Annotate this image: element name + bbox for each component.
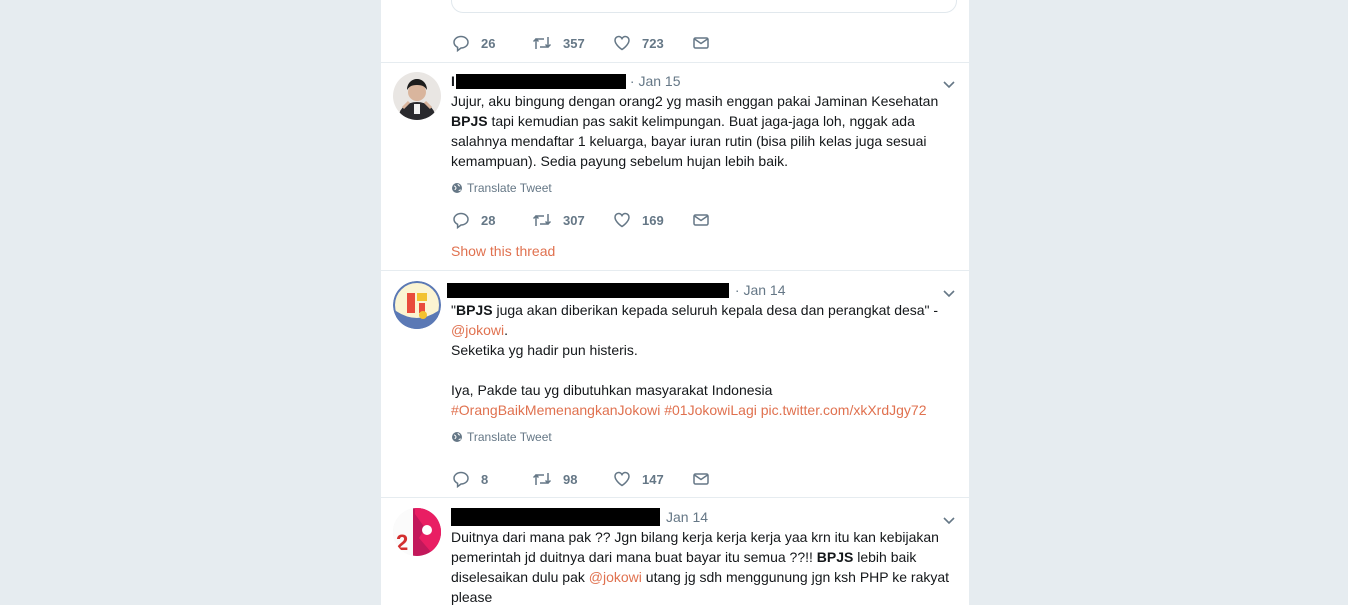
retweet-count: 307	[563, 212, 585, 228]
quoted-tweet-card[interactable]	[451, 0, 957, 13]
hashtag-link[interactable]: #OrangBaikMemenangkanJokowi	[451, 402, 660, 418]
envelope-icon	[693, 214, 709, 226]
translate-tweet-link[interactable]: Translate Tweet	[451, 430, 552, 444]
reply-icon	[453, 35, 469, 52]
tweet-date[interactable]: · Jan 14	[735, 282, 786, 298]
user-name[interactable]: I	[451, 73, 455, 89]
tweet[interactable]: 2 Jan 14 Duitnya dari mana pak ?? Jgn bi…	[381, 498, 969, 605]
translate-tweet-link[interactable]: Translate Tweet	[451, 181, 552, 195]
retweet-icon	[532, 214, 552, 226]
tweet-actions: 28 307 169	[452, 211, 710, 229]
like-count: 723	[642, 35, 664, 51]
reply-count: 28	[481, 212, 496, 228]
avatar[interactable]	[393, 72, 441, 120]
timeline: 26 357 723 I · Jan 15 Jujur, aku bingung…	[381, 0, 969, 605]
tweet-text: Duitnya dari mana pak ?? Jgn bilang kerj…	[451, 529, 950, 605]
tweet-date[interactable]: · Jan 15	[630, 73, 681, 89]
mention-link[interactable]: @jokowi	[451, 322, 504, 338]
pic-link[interactable]: pic.twitter.com/xkXrdJgy72	[761, 402, 927, 418]
envelope-icon	[693, 473, 709, 485]
redacted-username	[455, 73, 626, 89]
reply-count: 26	[481, 35, 496, 51]
tweet[interactable]: I · Jan 15 Jujur, aku bingung dengan ora…	[381, 62, 969, 270]
tweet-actions: 8 98 147	[452, 470, 710, 488]
globe-icon	[452, 432, 462, 442]
retweet-button[interactable]: 307	[532, 211, 613, 229]
tweet-header: I · Jan 14	[446, 281, 786, 299]
dm-button[interactable]	[692, 34, 710, 52]
retweet-icon	[532, 473, 552, 485]
retweet-icon	[532, 37, 552, 49]
like-count: 169	[642, 212, 664, 228]
chevron-down-icon[interactable]	[941, 512, 957, 528]
heart-icon	[614, 212, 630, 228]
retweet-button[interactable]: 98	[532, 470, 613, 488]
hashtag-link[interactable]: #01JokowiLagi	[664, 402, 757, 418]
reply-button[interactable]: 8	[452, 470, 532, 488]
avatar[interactable]	[393, 281, 441, 329]
reply-icon	[453, 212, 469, 229]
show-thread-link[interactable]: Show this thread	[451, 243, 555, 259]
tweet-text: "BPJS juga akan diberikan kepada seluruh…	[451, 302, 939, 418]
retweet-count: 98	[563, 471, 578, 487]
chevron-down-icon[interactable]	[941, 285, 957, 301]
reply-button[interactable]: 28	[452, 211, 532, 229]
retweet-count: 357	[563, 35, 585, 51]
dm-button[interactable]	[692, 470, 710, 488]
retweet-button[interactable]: 357	[532, 34, 613, 52]
like-count: 147	[642, 471, 664, 487]
like-button[interactable]: 723	[613, 34, 692, 52]
heart-icon	[614, 35, 630, 51]
tweet-text: Jujur, aku bingung dengan orang2 yg masi…	[451, 93, 939, 169]
avatar[interactable]: 2	[393, 508, 441, 556]
tweet-header: Jan 14	[451, 508, 708, 526]
redacted-username	[446, 282, 729, 298]
envelope-icon	[693, 37, 709, 49]
like-button[interactable]: 169	[613, 211, 692, 229]
globe-icon	[452, 183, 462, 193]
tweet[interactable]: I · Jan 14 "BPJS juga akan diberikan kep…	[381, 271, 969, 497]
tweet-header: I · Jan 15	[451, 72, 680, 90]
mention-link[interactable]: @jokowi	[589, 569, 642, 585]
tweet-actions: 26 357 723	[452, 34, 710, 52]
reply-icon	[453, 471, 469, 488]
chevron-down-icon[interactable]	[941, 76, 957, 92]
tweet-date[interactable]: Jan 14	[666, 509, 708, 525]
svg-text:2: 2	[396, 530, 408, 555]
heart-icon	[614, 471, 630, 487]
dm-button[interactable]	[692, 211, 710, 229]
reply-count: 8	[481, 471, 489, 487]
redacted-username	[451, 508, 660, 526]
like-button[interactable]: 147	[613, 470, 692, 488]
reply-button[interactable]: 26	[452, 34, 532, 52]
